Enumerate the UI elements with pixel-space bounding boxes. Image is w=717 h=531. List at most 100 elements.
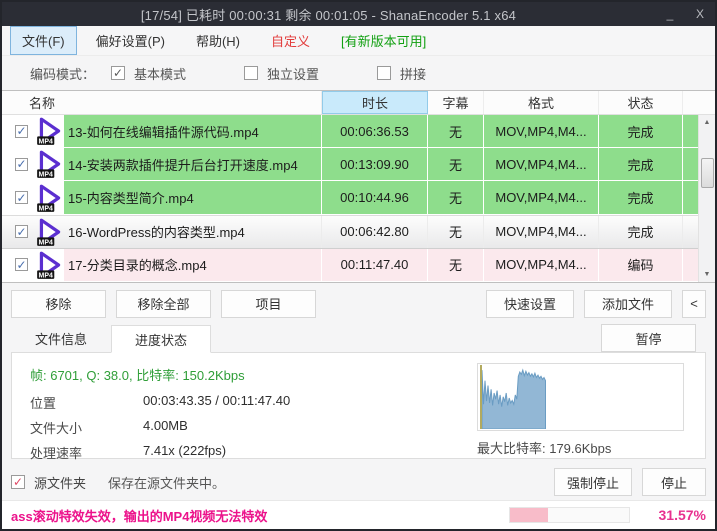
source-folder-note: 保存在源文件夹中。 — [108, 473, 225, 492]
mp4-file-icon: MP4 — [35, 250, 65, 280]
encode-progress-bar — [509, 507, 630, 523]
menu-preferences[interactable]: 偏好设置(P) — [84, 26, 177, 55]
cell-duration: 00:06:42.80 — [322, 216, 428, 248]
collapse-button[interactable]: < — [682, 290, 706, 318]
pause-button[interactable]: 暂停 — [601, 324, 696, 352]
stop-button[interactable]: 停止 — [642, 468, 706, 496]
source-folder-checkbox[interactable] — [11, 475, 25, 489]
source-folder-label: 源文件夹 — [34, 473, 86, 492]
encode-mode-bar: 编码模式： 基本模式 独立设置 拼接 — [2, 56, 715, 90]
speed-label: 处理速率 — [30, 443, 143, 462]
menu-custom[interactable]: 自定义 — [259, 26, 322, 55]
mode-concat[interactable]: 拼接 — [377, 64, 426, 83]
action-button-row: 移除 移除全部 项目 快速设置 添加文件 < — [2, 283, 715, 324]
mp4-file-icon: MP4 — [35, 149, 65, 179]
mode-basic-label: 基本模式 — [134, 64, 186, 83]
add-files-button[interactable]: 添加文件 — [584, 290, 672, 318]
close-button[interactable]: X — [685, 7, 715, 21]
menu-new-version[interactable]: [有新版本可用] — [329, 26, 438, 55]
tab-row: 文件信息 进度状态 暂停 — [2, 324, 715, 352]
cell-subtitle: 无 — [428, 249, 484, 281]
cell-duration: 00:10:44.96 — [322, 181, 428, 213]
mode-concat-label: 拼接 — [400, 64, 426, 83]
minimize-button[interactable]: _ — [655, 7, 685, 21]
cell-status: 完成 — [599, 181, 683, 213]
bitrate-chart-svg — [482, 365, 683, 429]
progress-panel-section: 帧: 6701, Q: 38.0, 比特率: 150.2Kbps 位置 00:0… — [2, 352, 715, 464]
remove-button[interactable]: 移除 — [11, 290, 106, 318]
shanaencoder-window: [17/54] 已耗时 00:00:31 剩余 00:01:05 - Shana… — [0, 0, 717, 531]
table-row-selected[interactable]: MP4 16-WordPress的内容类型.mp4 00:06:42.80 无 … — [2, 215, 698, 249]
menu-help[interactable]: 帮助(H) — [184, 26, 252, 55]
header-format[interactable]: 格式 — [484, 91, 599, 114]
cell-extra — [683, 181, 698, 213]
cell-duration: 00:11:47.40 — [322, 249, 428, 281]
title-bar[interactable]: [17/54] 已耗时 00:00:31 剩余 00:01:05 - Shana… — [2, 2, 715, 26]
table-row[interactable]: MP4 13-如何在线编辑插件源代码.mp4 00:06:36.53 无 MOV… — [2, 115, 698, 148]
scroll-down-icon[interactable]: ▼ — [699, 267, 715, 282]
table-header: 名称 时长 字幕 格式 状态 — [2, 91, 715, 115]
cell-extra — [683, 216, 698, 248]
table-row[interactable]: MP4 14-安装两款插件提升后台打开速度.mp4 00:13:09.90 无 … — [2, 148, 698, 181]
cell-format: MOV,MP4,M4... — [484, 249, 599, 281]
mode-independent[interactable]: 独立设置 — [244, 64, 319, 83]
encode-stats-line: 帧: 6701, Q: 38.0, 比特率: 150.2Kbps — [30, 365, 477, 384]
encode-mode-label: 编码模式： — [30, 64, 95, 83]
tab-progress-status[interactable]: 进度状态 — [111, 325, 211, 353]
row-checkbox[interactable] — [15, 191, 28, 204]
table-row-encoding[interactable]: MP4 17-分类目录的概念.mp4 00:11:47.40 无 MOV,MP4… — [2, 249, 698, 282]
file-size-label: 文件大小 — [30, 418, 143, 437]
header-subtitle[interactable]: 字幕 — [428, 91, 484, 114]
cell-extra — [683, 115, 698, 147]
max-bitrate-label: 最大比特率: 179.6Kbps — [477, 438, 705, 457]
cell-extra — [683, 148, 698, 180]
window-title: [17/54] 已耗时 00:00:31 剩余 00:01:05 - Shana… — [2, 5, 655, 24]
scrollbar-thumb[interactable] — [701, 158, 714, 188]
row-checkbox[interactable] — [15, 125, 28, 138]
mp4-file-icon: MP4 — [35, 183, 65, 213]
tab-file-info[interactable]: 文件信息 — [11, 324, 111, 352]
position-label: 位置 — [30, 393, 143, 412]
status-message: ass滚动特效失效，输出的MP4视频无法特效 — [11, 506, 509, 525]
progress-fill — [510, 508, 548, 522]
cell-subtitle: 无 — [428, 181, 484, 213]
header-scroll-corner — [698, 91, 715, 114]
header-status[interactable]: 状态 — [599, 91, 683, 114]
scroll-up-icon[interactable]: ▲ — [699, 115, 715, 130]
checkbox-independent-icon[interactable] — [244, 66, 258, 80]
cell-subtitle: 无 — [428, 216, 484, 248]
menu-bar: 文件(F) 偏好设置(P) 帮助(H) 自定义 [有新版本可用] — [2, 26, 715, 56]
table-row[interactable]: MP4 15-内容类型简介.mp4 00:10:44.96 无 MOV,MP4,… — [2, 181, 698, 214]
table-scrollbar[interactable]: ▲ ▼ — [698, 115, 715, 282]
cell-status: 完成 — [599, 115, 683, 147]
cell-format: MOV,MP4,M4... — [484, 148, 599, 180]
cell-format: MOV,MP4,M4... — [484, 115, 599, 147]
menu-file[interactable]: 文件(F) — [10, 26, 77, 55]
project-button[interactable]: 项目 — [221, 290, 316, 318]
row-checkbox[interactable] — [15, 258, 28, 271]
bitrate-area — [482, 370, 546, 429]
svg-text:MP4: MP4 — [39, 138, 53, 145]
force-stop-button[interactable]: 强制停止 — [554, 468, 632, 496]
cell-name: 14-安装两款插件提升后台打开速度.mp4 — [64, 148, 322, 180]
svg-text:MP4: MP4 — [39, 272, 53, 279]
header-duration[interactable]: 时长 — [322, 91, 428, 114]
mp4-file-icon: MP4 — [35, 116, 65, 146]
svg-text:MP4: MP4 — [39, 172, 53, 179]
cell-format: MOV,MP4,M4... — [484, 216, 599, 248]
progress-panel: 帧: 6701, Q: 38.0, 比特率: 150.2Kbps 位置 00:0… — [11, 352, 706, 459]
cell-name: 13-如何在线编辑插件源代码.mp4 — [64, 115, 322, 147]
cell-format: MOV,MP4,M4... — [484, 181, 599, 213]
mp4-file-icon: MP4 — [35, 217, 65, 247]
progress-percent: 31.57% — [630, 507, 706, 523]
checkbox-concat-icon[interactable] — [377, 66, 391, 80]
row-checkbox[interactable] — [15, 225, 28, 238]
checkbox-basic-mode-icon[interactable] — [111, 66, 125, 80]
cell-name: 16-WordPress的内容类型.mp4 — [64, 216, 322, 248]
quick-settings-button[interactable]: 快速设置 — [486, 290, 574, 318]
remove-all-button[interactable]: 移除全部 — [116, 290, 211, 318]
cell-duration: 00:13:09.90 — [322, 148, 428, 180]
row-checkbox[interactable] — [15, 158, 28, 171]
mode-basic[interactable]: 基本模式 — [111, 64, 186, 83]
header-name[interactable]: 名称 — [2, 91, 322, 114]
